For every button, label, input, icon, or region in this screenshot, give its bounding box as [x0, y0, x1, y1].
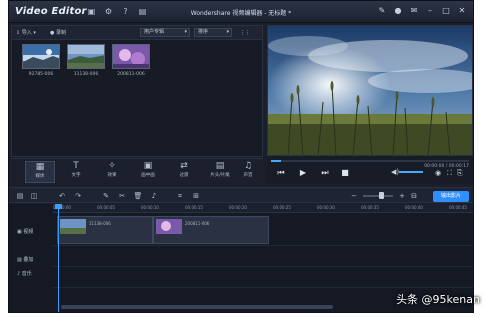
ruler-tick: 00:00:40: [405, 205, 423, 210]
intro-icon: ▤: [215, 161, 225, 171]
redo-icon[interactable]: ↷: [73, 191, 83, 201]
stop-button[interactable]: ■: [339, 168, 351, 178]
title-bar: Video Editor ▣ ⚙ ? ▤ Wondershare 视频编辑器 -…: [9, 1, 473, 23]
ruler-tick: 00:00:05: [97, 205, 115, 210]
grid-view-icon[interactable]: ⋮⋮: [240, 29, 250, 37]
tab-text[interactable]: T 文字: [61, 161, 91, 183]
audio-icon: ♫: [243, 161, 253, 171]
chevron-down-icon: ▾: [184, 29, 187, 35]
fit-icon[interactable]: ⊟: [409, 191, 419, 201]
clip-thumbnail: [60, 219, 86, 234]
timeline-toolbar: ▤ ◫ ↶ ↷ ✎ ✂ 🗑 ♪ ⌗ ⊞ − + ⊟ 输出影片: [9, 187, 473, 203]
import-button[interactable]: ⇩ 导入 ▾: [16, 29, 36, 37]
ruler-tick: 00:00:15: [185, 205, 203, 210]
split-view-icon[interactable]: ◫: [29, 191, 39, 201]
playback-progress[interactable]: [271, 160, 469, 162]
close-button[interactable]: ✕: [457, 6, 467, 16]
zoom-in-icon[interactable]: +: [397, 191, 407, 201]
music-track[interactable]: [53, 268, 473, 288]
ruler-tick: 00:00:45: [449, 205, 467, 210]
volume-slider[interactable]: [399, 171, 423, 173]
progress-fill: [271, 160, 281, 162]
storyboard-icon[interactable]: ▤: [15, 191, 25, 201]
video-preview[interactable]: [267, 25, 473, 156]
edit-icon[interactable]: ✎: [101, 191, 111, 201]
text-icon: T: [73, 161, 79, 171]
gear-icon[interactable]: ⚙: [104, 7, 113, 16]
video-track[interactable]: 11138-006 200811-006: [53, 214, 473, 246]
menu-icon[interactable]: ▤: [138, 7, 147, 16]
media-caption: 11138-006: [73, 72, 99, 77]
delete-icon[interactable]: 🗑: [133, 191, 143, 201]
zoom-slider[interactable]: [363, 195, 393, 197]
effects-icon: ✧: [108, 161, 116, 171]
pip-icon: ▣: [143, 161, 153, 171]
export-button[interactable]: 输出影片: [433, 191, 469, 202]
video-editor-window: Video Editor ▣ ⚙ ? ▤ Wondershare 视频编辑器 -…: [8, 0, 474, 313]
track-label-video: ▣ 视频: [17, 229, 34, 235]
record-button[interactable]: ● 录制: [50, 29, 66, 37]
tab-media[interactable]: ▦ 媒体: [25, 161, 55, 183]
user-icon[interactable]: ●: [393, 6, 403, 16]
chevron-down-icon: ▾: [226, 29, 229, 35]
minimize-button[interactable]: –: [425, 6, 435, 16]
settings-icon[interactable]: ⊞: [191, 191, 201, 201]
snapshot-icon[interactable]: ◉: [435, 169, 441, 177]
app-title: Video Editor: [15, 6, 87, 17]
ruler-tick: 00:00:30: [317, 205, 335, 210]
time-ruler[interactable]: 00:00:00 00:00:05 00:00:10 00:00:15 00:0…: [53, 204, 473, 213]
crop-icon[interactable]: ⌗: [175, 191, 185, 201]
transition-icon: ⇄: [180, 161, 188, 171]
fullscreen-icon[interactable]: ⛶: [447, 169, 452, 178]
voiceover-icon[interactable]: ♪: [149, 191, 159, 201]
zoom-out-icon[interactable]: −: [349, 191, 359, 201]
tab-transition[interactable]: ⇄ 过渡: [169, 161, 199, 183]
ruler-tick: 00:00:20: [229, 205, 247, 210]
watermark: 头条 @95kenan: [396, 293, 480, 306]
tools-icon[interactable]: ✎: [377, 6, 387, 16]
track-label-music: ♪ 音乐: [17, 271, 32, 277]
prev-frame-button[interactable]: ⏮: [275, 168, 287, 178]
media-thumbnail[interactable]: [22, 44, 60, 69]
tab-effects[interactable]: ✧ 效果: [97, 161, 127, 183]
clip-name: 11138-006: [89, 221, 111, 226]
tab-intro-credits[interactable]: ▤ 片头/片尾: [205, 161, 235, 183]
clip-thumbnail: [156, 219, 182, 234]
album-select[interactable]: 用户专辑 ▾: [140, 28, 190, 37]
clip-name: 200811-006: [185, 221, 210, 226]
ruler-tick: 00:00:25: [273, 205, 291, 210]
undo-icon[interactable]: ↶: [57, 191, 67, 201]
tab-pip[interactable]: ▣ 画中画: [133, 161, 163, 183]
timeline-clip[interactable]: 200811-006: [153, 216, 269, 244]
sort-select[interactable]: 排序 ▾: [194, 28, 232, 37]
help-icon[interactable]: ?: [121, 7, 130, 16]
tab-audio[interactable]: ♫ 声音: [233, 161, 263, 183]
volume-icon[interactable]: ◀): [391, 168, 399, 176]
cut-icon[interactable]: ✂: [117, 191, 127, 201]
preview-image: [268, 26, 472, 155]
overlay-track[interactable]: [53, 247, 473, 267]
media-toolbar: ⇩ 导入 ▾ ● 录制 用户专辑 ▾ 排序 ▾ ⋮⋮: [12, 26, 262, 40]
save-icon[interactable]: ▣: [87, 7, 96, 16]
playhead[interactable]: [58, 204, 59, 312]
timeline-clip[interactable]: 11138-006: [57, 216, 153, 244]
play-button[interactable]: ▶: [297, 168, 309, 178]
tool-tabs: ▦ 媒体 T 文字 ✧ 效果 ▣ 画中画 ⇄ 过渡 ▤ 片头/片尾 ♫ 声音: [11, 158, 263, 184]
ruler-tick: 00:00:10: [141, 205, 159, 210]
film-icon: ▦: [35, 162, 45, 172]
media-thumbnail[interactable]: [67, 44, 105, 69]
chat-icon[interactable]: ✉: [409, 6, 419, 16]
next-frame-button[interactable]: ⏭: [319, 168, 331, 178]
zoom-knob[interactable]: [379, 192, 384, 199]
track-label-overlay: ▨ 叠加: [17, 257, 34, 263]
horizontal-scrollbar[interactable]: [61, 305, 333, 309]
media-caption: 92785-006: [28, 72, 54, 77]
media-thumbnail[interactable]: [112, 44, 150, 69]
media-caption: 200811-006: [117, 72, 145, 77]
ruler-tick: 00:00:35: [361, 205, 379, 210]
media-library: ⇩ 导入 ▾ ● 录制 用户专辑 ▾ 排序 ▾ ⋮⋮ 92785-006 111…: [11, 25, 263, 157]
camera-icon[interactable]: ⎘: [457, 169, 463, 178]
maximize-button[interactable]: □: [441, 6, 451, 16]
player-controls: 00:00:00 / 00:00:17 ⏮ ▶ ⏭ ■ ◀) ◉ ⛶ ⎘: [267, 156, 473, 184]
